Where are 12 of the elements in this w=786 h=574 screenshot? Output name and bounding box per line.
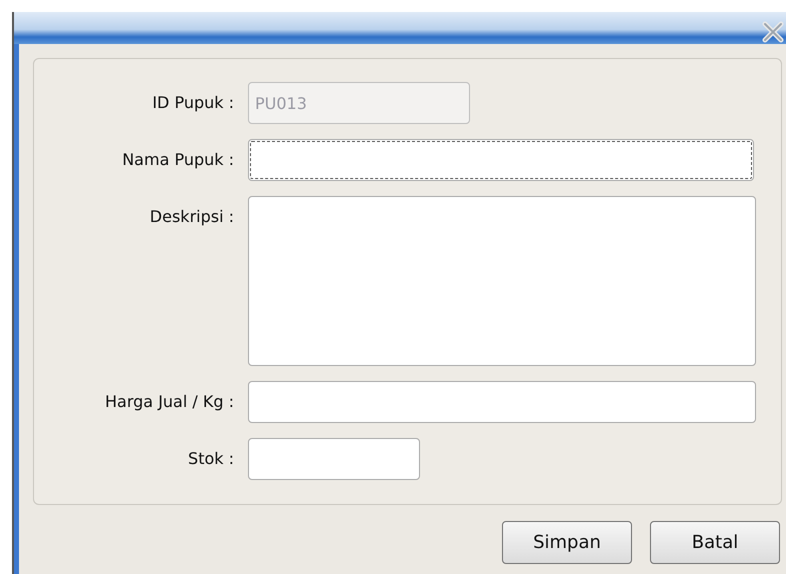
save-button[interactable]: Simpan [502, 521, 632, 564]
text-field[interactable] [248, 139, 754, 181]
field-label: Deskripsi : [148, 206, 234, 226]
field-label: Nama Pupuk : [121, 149, 234, 169]
text-field[interactable] [248, 438, 420, 480]
text-field[interactable] [248, 381, 756, 423]
description-field[interactable] [248, 196, 756, 366]
cancel-button[interactable]: Batal [650, 521, 780, 564]
field-label: Harga Jual / Kg : [104, 391, 234, 411]
field-label: Stok : [187, 448, 234, 468]
field-label: ID Pupuk : [151, 92, 234, 112]
close-icon[interactable] [760, 20, 786, 44]
